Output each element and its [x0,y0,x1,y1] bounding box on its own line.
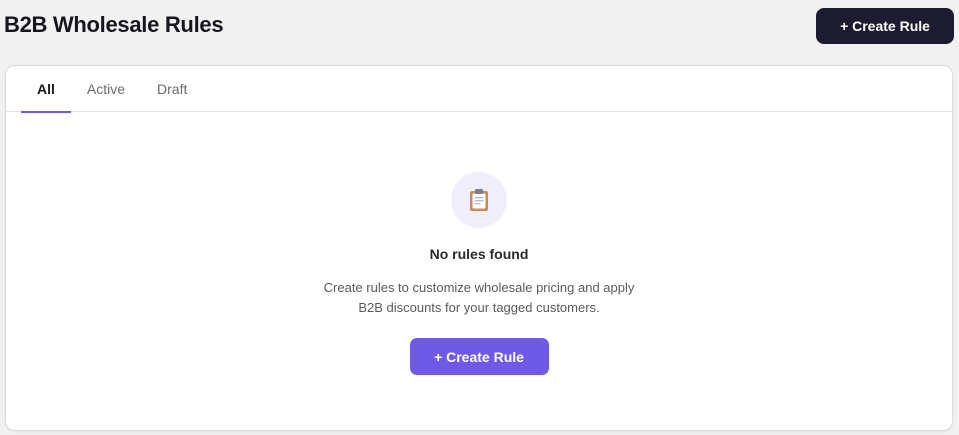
clipboard-icon [470,189,488,211]
empty-state: No rules found Create rules to customize… [6,172,952,375]
empty-state-description-line-2: B2B discounts for your tagged customers. [358,300,600,315]
empty-state-create-rule-button[interactable]: + Create Rule [409,338,549,375]
create-rule-button[interactable]: + Create Rule [816,8,954,44]
rules-card: All Active Draft No rules found Create r… [5,65,953,431]
tab-active[interactable]: Active [71,66,141,112]
empty-state-icon-container [451,172,507,228]
empty-state-description-line-1: Create rules to customize wholesale pric… [323,280,635,295]
tab-bar: All Active Draft [6,66,952,113]
empty-state-title: No rules found [429,246,529,262]
page: B2B Wholesale Rules + Create Rule All Ac… [0,0,959,435]
tab-draft[interactable]: Draft [141,66,203,112]
page-title: B2B Wholesale Rules [4,12,224,37]
empty-state-description: Create rules to customize wholesale pric… [324,278,635,318]
tab-all[interactable]: All [21,66,71,113]
